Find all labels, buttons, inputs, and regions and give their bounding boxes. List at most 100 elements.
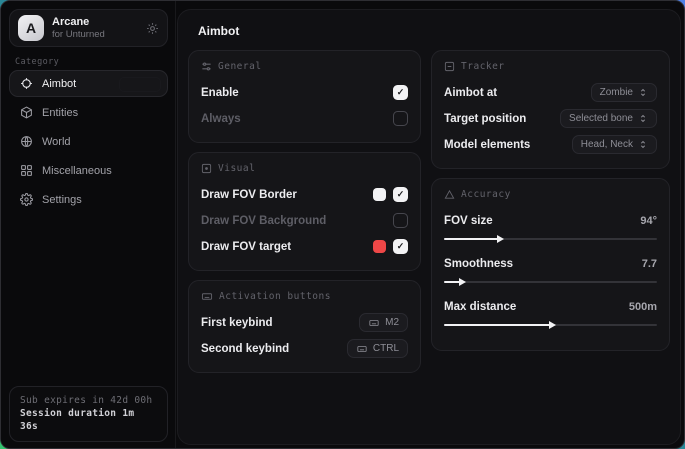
- setting-label: Target position: [444, 113, 526, 125]
- smoothness-slider[interactable]: [444, 277, 657, 287]
- general-card: General Enable ✓ Always: [188, 50, 421, 143]
- keyboard-icon: [201, 291, 213, 302]
- color-swatch[interactable]: [373, 240, 386, 253]
- visual-card-header: Visual: [201, 163, 408, 174]
- activation-card: Activation buttons First keybind M2 Seco…: [188, 280, 421, 373]
- category-label: Category: [15, 57, 59, 67]
- slider-track: [444, 281, 657, 283]
- tracker-card: Tracker Aimbot at Zombie Target position…: [431, 50, 670, 169]
- sidebar-item-label: Miscellaneous: [42, 165, 112, 177]
- sidebar-item-settings[interactable]: Settings: [9, 186, 168, 213]
- sidebar-item-aimbot[interactable]: Aimbot: [9, 70, 168, 97]
- accuracy-card: Accuracy FOV size 94° Smo: [431, 178, 670, 351]
- scan-box-icon: [444, 61, 455, 72]
- setting-label: First keybind: [201, 317, 273, 329]
- brand-card: A Arcane for Unturned: [9, 9, 168, 47]
- setting-row-fov-border: Draw FOV Border ✓: [201, 183, 408, 206]
- page-title: Aimbot: [198, 24, 670, 38]
- setting-label: Model elements: [444, 139, 530, 151]
- setting-row-first-keybind: First keybind M2: [201, 311, 408, 334]
- max-distance-slider[interactable]: [444, 320, 657, 330]
- cube-icon: [20, 106, 33, 119]
- sidebar-item-label: Aimbot: [42, 78, 76, 90]
- keyboard-icon: [368, 318, 380, 328]
- eye-box-icon: [201, 163, 212, 174]
- section-title: Tracker: [461, 61, 505, 72]
- section-title: General: [218, 61, 262, 72]
- gear-icon: [20, 193, 33, 206]
- first-keybind-button[interactable]: M2: [359, 313, 408, 332]
- setting-row-always: Always: [201, 107, 408, 130]
- target-position-dropdown[interactable]: Selected bone: [560, 109, 657, 128]
- chevron-up-down-icon: [638, 113, 648, 124]
- tracker-card-header: Tracker: [444, 61, 657, 72]
- keybind-value: M2: [385, 317, 399, 328]
- fov-size-slider[interactable]: [444, 234, 657, 244]
- setting-row-second-keybind: Second keybind CTRL: [201, 337, 408, 360]
- aimbot-at-dropdown[interactable]: Zombie: [591, 83, 657, 102]
- chevron-up-down-icon: [638, 87, 648, 98]
- fov-target-checkbox[interactable]: ✓: [393, 239, 408, 254]
- setting-label: Aimbot at: [444, 87, 497, 99]
- setting-label: Draw FOV target: [201, 241, 291, 253]
- sliders-icon: [201, 61, 212, 72]
- sidebar-item-label: World: [42, 136, 71, 148]
- setting-label: Max distance: [444, 301, 516, 313]
- activation-card-header: Activation buttons: [201, 291, 408, 302]
- sidebar-item-world[interactable]: World: [9, 128, 168, 155]
- always-checkbox[interactable]: [393, 111, 408, 126]
- section-title: Accuracy: [461, 189, 511, 200]
- app-window: A Arcane for Unturned Category Aimbot: [0, 0, 685, 449]
- gear-icon[interactable]: [146, 22, 159, 35]
- setting-label: Enable: [201, 87, 239, 99]
- sidebar: A Arcane for Unturned Category Aimbot: [1, 1, 176, 448]
- sidebar-nav: Aimbot Entities World Miscellaneous: [9, 70, 168, 215]
- setting-row-enable: Enable ✓: [201, 81, 408, 104]
- setting-row-aimbot-at: Aimbot at Zombie: [444, 81, 657, 104]
- dropdown-value: Head, Neck: [581, 139, 633, 150]
- enable-checkbox[interactable]: ✓: [393, 85, 408, 100]
- slider-thumb[interactable]: [459, 278, 466, 286]
- setting-label: FOV size: [444, 215, 493, 227]
- slider-thumb[interactable]: [549, 321, 556, 329]
- setting-label: Smoothness: [444, 258, 513, 270]
- setting-row-max-distance: Max distance 500m: [444, 295, 657, 318]
- second-keybind-button[interactable]: CTRL: [347, 339, 408, 358]
- setting-row-fov-size: FOV size 94°: [444, 209, 657, 232]
- app-name: Arcane: [52, 16, 146, 29]
- brand-text: Arcane for Unturned: [52, 16, 146, 41]
- fov-size-value: 94°: [640, 215, 657, 227]
- section-title: Activation buttons: [219, 291, 331, 302]
- session-duration-text: Session duration 1m 36s: [20, 407, 157, 433]
- app-logo: A: [18, 15, 44, 41]
- fov-background-checkbox[interactable]: [393, 213, 408, 228]
- max-distance-value: 500m: [629, 301, 657, 313]
- aimbot-hint-pill: [119, 77, 161, 92]
- sidebar-item-entities[interactable]: Entities: [9, 99, 168, 126]
- session-info-box: Sub expires in 42d 00h Session duration …: [9, 386, 168, 442]
- slider-fill: [444, 238, 499, 240]
- dropdown-value: Selected bone: [569, 113, 633, 124]
- chevron-up-down-icon: [638, 139, 648, 150]
- dropdown-value: Zombie: [600, 87, 633, 98]
- globe-icon: [20, 135, 33, 148]
- setting-label: Draw FOV Background: [201, 215, 326, 227]
- setting-row-smoothness: Smoothness 7.7: [444, 252, 657, 275]
- color-swatch[interactable]: [373, 188, 386, 201]
- sidebar-item-label: Entities: [42, 107, 78, 119]
- section-title: Visual: [218, 163, 255, 174]
- main-panel: Aimbot General Enable ✓ Always: [177, 9, 681, 445]
- setting-row-fov-background: Draw FOV Background: [201, 209, 408, 232]
- model-elements-dropdown[interactable]: Head, Neck: [572, 135, 657, 154]
- app-subtitle: for Unturned: [52, 29, 146, 41]
- sidebar-item-miscellaneous[interactable]: Miscellaneous: [9, 157, 168, 184]
- fov-border-checkbox[interactable]: ✓: [393, 187, 408, 202]
- keybind-value: CTRL: [373, 343, 399, 354]
- grid-icon: [20, 164, 33, 177]
- accuracy-card-header: Accuracy: [444, 189, 657, 200]
- crosshair-icon: [20, 77, 33, 90]
- setting-label: Second keybind: [201, 343, 289, 355]
- setting-label: Draw FOV Border: [201, 189, 297, 201]
- slider-thumb[interactable]: [497, 235, 504, 243]
- setting-row-target-position: Target position Selected bone: [444, 107, 657, 130]
